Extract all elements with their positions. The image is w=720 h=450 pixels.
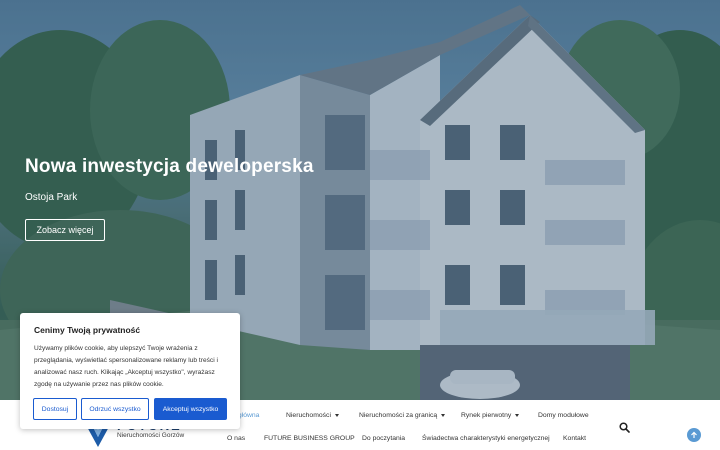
nav-item-label: Rynek pierwotny: [461, 412, 512, 419]
scroll-top-button[interactable]: [687, 428, 701, 442]
cookie-text: Używamy plików cookie, aby ulepszyć Twoj…: [34, 345, 218, 388]
chevron-down-icon: [515, 414, 520, 417]
nav-item-label: Nieruchomości za granicą: [359, 412, 438, 419]
customize-button[interactable]: Dostosuj: [33, 398, 77, 420]
nav-item-modular-homes[interactable]: Domy modułowe: [538, 412, 589, 419]
search-icon: [618, 421, 630, 433]
cookie-title: Cenimy Twoją prywatność: [34, 325, 141, 335]
reject-all-button[interactable]: Odrzuć wszystko: [81, 398, 149, 420]
nav-item-primary-market[interactable]: Rynek pierwotny: [461, 412, 520, 419]
see-more-button[interactable]: Zobacz więcej: [25, 219, 105, 241]
logo-tagline: Nieruchomości Gorzów: [117, 432, 185, 439]
nav-item-business-group[interactable]: FUTURE BUSINESS GROUP: [264, 435, 355, 442]
nav-item-reading[interactable]: Do poczytania: [362, 435, 405, 442]
hero-subtitle: Ostoja Park: [25, 192, 78, 203]
nav-item-contact[interactable]: Kontakt: [563, 435, 586, 442]
accept-all-button[interactable]: Akceptuj wszystko: [154, 398, 227, 420]
nav-item-label: Domy modułowe: [538, 412, 589, 419]
nav-item-label: Świadectwa charakterystyki energetycznej: [422, 435, 550, 442]
arrow-up-icon: [691, 431, 697, 438]
chevron-down-icon: [334, 414, 339, 417]
nav-item-real-estate-abroad[interactable]: Nieruchomości za granicą: [359, 412, 446, 419]
nav-item-label: O nas: [227, 435, 246, 442]
hero-title: Nowa inwestycja deweloperska: [25, 156, 314, 177]
nav-item-energy-certificates[interactable]: Świadectwa charakterystyki energetycznej: [422, 435, 550, 442]
nav-item-about[interactable]: O nas: [227, 435, 245, 442]
nav-item-label: FUTURE BUSINESS GROUP: [264, 435, 355, 442]
nav-item-label: Nieruchomości: [286, 412, 331, 419]
chevron-down-icon: [441, 414, 446, 417]
search-button[interactable]: [616, 419, 632, 435]
nav-item-label: Do poczytania: [362, 435, 406, 442]
nav-item-label: Kontakt: [563, 435, 587, 442]
nav-item-real-estate[interactable]: Nieruchomości: [286, 412, 339, 419]
cookie-consent-dialog: Cenimy Twoją prywatność Używamy plików c…: [20, 313, 240, 429]
